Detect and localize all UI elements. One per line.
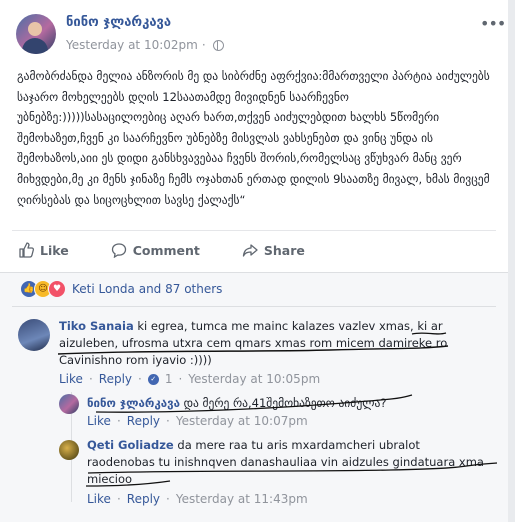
divider xyxy=(12,230,496,231)
comment-label: Comment xyxy=(132,242,200,258)
comment-reply-link[interactable]: Reply xyxy=(99,372,132,386)
share-icon xyxy=(242,242,258,258)
comment-author[interactable]: ნინო ჯლარკავა xyxy=(87,396,180,410)
comment-time[interactable]: Yesterday at 10:07pm xyxy=(176,414,308,428)
more-icon[interactable]: ••• xyxy=(480,14,506,33)
like-button[interactable]: Like xyxy=(12,236,75,264)
post-text: გამობრძანდა მელია ანზორის მე და სიბრძნე … xyxy=(17,69,490,207)
post-time[interactable]: Yesterday at 10:02pm xyxy=(66,38,198,52)
like-count[interactable]: 1 xyxy=(165,372,173,386)
like-count-icon: ✓ xyxy=(147,373,159,385)
comment-time[interactable]: Yesterday at 11:43pm xyxy=(176,492,308,506)
comment-icon xyxy=(111,242,127,258)
comment-text: და მერე რა,41შემოხაზეთო აიძულა? xyxy=(183,396,387,410)
comment-button[interactable]: Comment xyxy=(105,236,206,264)
reply-comment: ნინო ჯლარკავა და მერე რა,41შემოხაზეთო აი… xyxy=(87,395,497,412)
like-label: Like xyxy=(40,242,69,258)
post-author[interactable]: ნინო ჯლარკავა xyxy=(66,15,171,30)
comment-time[interactable]: Yesterday at 10:05pm xyxy=(188,372,320,386)
author-avatar[interactable] xyxy=(16,14,56,54)
comment-actions: Like · Reply · ✓ 1 · Yesterday at 10:05p… xyxy=(59,372,321,386)
reactions-text[interactable]: Keti Londa and 87 others xyxy=(72,282,222,296)
post-meta: Yesterday at 10:02pm · xyxy=(66,38,224,52)
comment-like-link[interactable]: Like xyxy=(59,372,83,386)
post-card: ნინო ჯლარკავა Yesterday at 10:02pm · •••… xyxy=(0,0,509,522)
avatar[interactable] xyxy=(59,394,79,414)
comment-like-link[interactable]: Like xyxy=(87,414,111,428)
avatar[interactable] xyxy=(18,319,50,351)
comment-actions: Like · Reply · Yesterday at 11:43pm xyxy=(87,492,308,506)
comment-like-link[interactable]: Like xyxy=(87,492,111,506)
reply-comment: Qeti Goliadze da mere raa tu aris mxarda… xyxy=(87,437,487,488)
comment-actions: Like · Reply · Yesterday at 10:07pm xyxy=(87,414,308,428)
like-icon xyxy=(18,242,34,258)
meta-separator: · xyxy=(201,38,206,52)
share-label: Share xyxy=(263,242,305,258)
avatar[interactable] xyxy=(59,440,79,460)
reaction-love-icon: ♥ xyxy=(48,280,66,298)
action-bar: Like Comment Share xyxy=(12,236,496,264)
comment: Tiko Sanaia ki egrea, tumca me mainc kal… xyxy=(59,318,459,369)
divider xyxy=(12,306,496,307)
comment-author[interactable]: Qeti Goliadze xyxy=(87,438,174,452)
share-button[interactable]: Share xyxy=(236,236,311,264)
comment-reply-link[interactable]: Reply xyxy=(127,492,160,506)
page-background-edge xyxy=(508,0,515,522)
comment-reply-link[interactable]: Reply xyxy=(127,414,160,428)
comment-author[interactable]: Tiko Sanaia xyxy=(59,319,134,333)
globe-icon xyxy=(212,39,224,51)
reactions-summary[interactable]: 👍 ☺ ♥ Keti Londa and 87 others xyxy=(20,280,222,298)
